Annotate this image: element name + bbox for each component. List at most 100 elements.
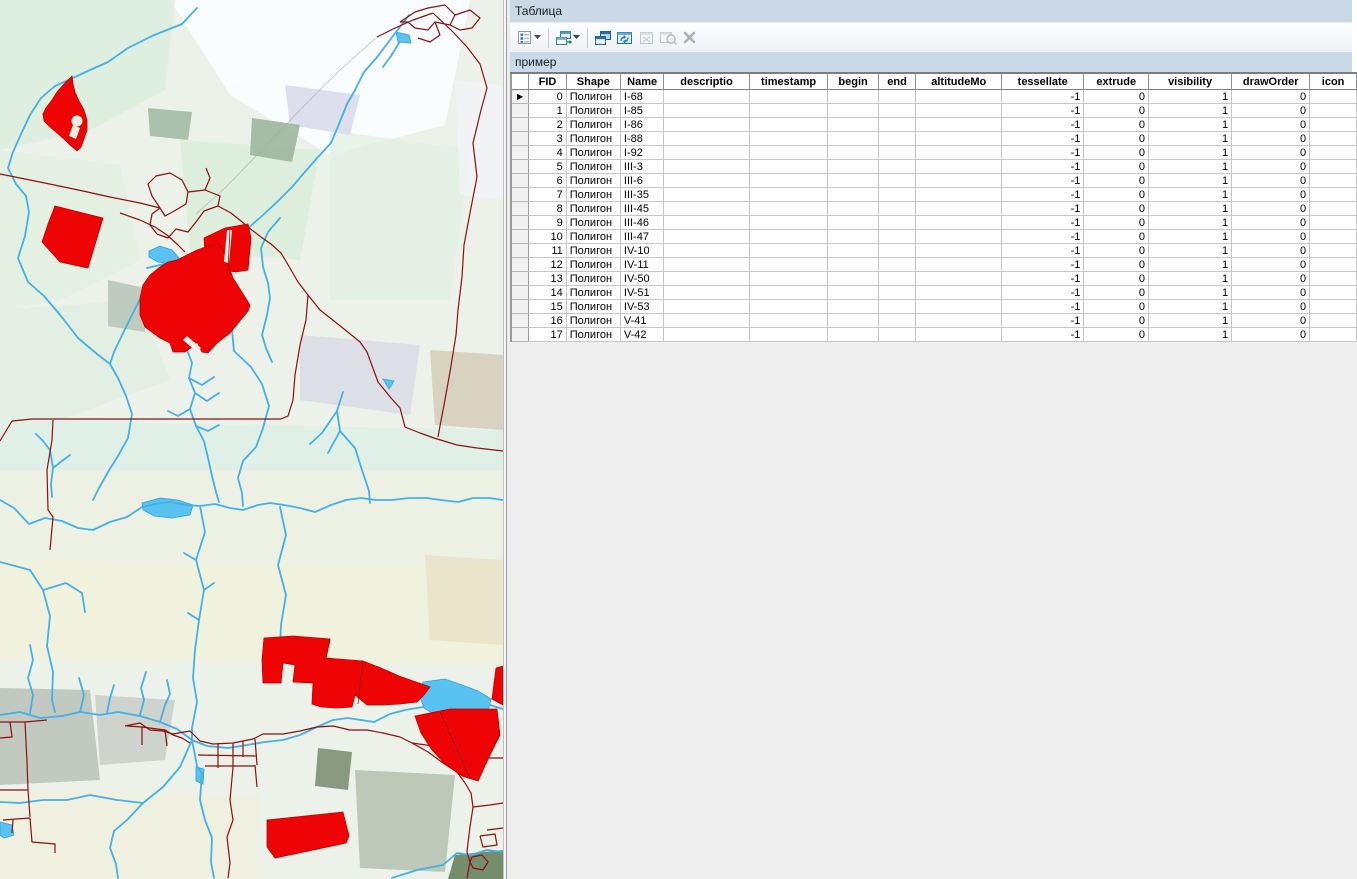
cell-descriptio[interactable] bbox=[664, 216, 749, 230]
cell-shape[interactable]: Полигон bbox=[566, 90, 620, 104]
cell-icon[interactable] bbox=[1310, 244, 1357, 258]
cell-altitudeMo[interactable] bbox=[916, 202, 1002, 216]
cell-timestamp[interactable] bbox=[749, 272, 828, 286]
cell-begin[interactable] bbox=[828, 300, 878, 314]
cell-end[interactable] bbox=[878, 328, 916, 342]
cell-timestamp[interactable] bbox=[749, 104, 828, 118]
cell-begin[interactable] bbox=[828, 202, 878, 216]
cell-shape[interactable]: Полигон bbox=[566, 118, 620, 132]
column-header-altitudeMo[interactable]: altitudeMo bbox=[916, 74, 1002, 90]
cell-visibility[interactable]: 1 bbox=[1149, 90, 1232, 104]
cell-visibility[interactable]: 1 bbox=[1149, 216, 1232, 230]
cell-extrude[interactable]: 0 bbox=[1084, 258, 1149, 272]
cell-drawOrder[interactable]: 0 bbox=[1232, 104, 1310, 118]
row-selector[interactable] bbox=[511, 104, 529, 118]
cell-icon[interactable] bbox=[1310, 216, 1357, 230]
column-header-descriptio[interactable]: descriptio bbox=[664, 74, 749, 90]
cell-name[interactable]: III-46 bbox=[620, 216, 664, 230]
cell-name[interactable]: I-68 bbox=[620, 90, 664, 104]
cell-shape[interactable]: Полигон bbox=[566, 146, 620, 160]
selected-records-button[interactable] bbox=[592, 27, 614, 49]
related-tables-button[interactable] bbox=[553, 27, 583, 49]
cell-visibility[interactable]: 1 bbox=[1149, 286, 1232, 300]
cell-drawOrder[interactable]: 0 bbox=[1232, 258, 1310, 272]
cell-descriptio[interactable] bbox=[664, 118, 749, 132]
row-selector[interactable] bbox=[511, 314, 529, 328]
cell-shape[interactable]: Полигон bbox=[566, 104, 620, 118]
cell-name[interactable]: V-41 bbox=[620, 314, 664, 328]
column-header-end[interactable]: end bbox=[878, 74, 916, 90]
cell-drawOrder[interactable]: 0 bbox=[1232, 174, 1310, 188]
cell-name[interactable]: III-35 bbox=[620, 188, 664, 202]
cell-name[interactable]: IV-53 bbox=[620, 300, 664, 314]
cell-tessellate[interactable]: -1 bbox=[1002, 300, 1084, 314]
cell-altitudeMo[interactable] bbox=[916, 188, 1002, 202]
cell-begin[interactable] bbox=[828, 244, 878, 258]
cell-descriptio[interactable] bbox=[664, 244, 749, 258]
cell-drawOrder[interactable]: 0 bbox=[1232, 160, 1310, 174]
cell-end[interactable] bbox=[878, 104, 916, 118]
cell-timestamp[interactable] bbox=[749, 216, 828, 230]
cell-name[interactable]: I-88 bbox=[620, 132, 664, 146]
cell-drawOrder[interactable]: 0 bbox=[1232, 118, 1310, 132]
cell-altitudeMo[interactable] bbox=[916, 230, 1002, 244]
cell-end[interactable] bbox=[878, 132, 916, 146]
delete-selected-button[interactable] bbox=[680, 27, 699, 49]
cell-descriptio[interactable] bbox=[664, 230, 749, 244]
cell-shape[interactable]: Полигон bbox=[566, 174, 620, 188]
switch-selection-button[interactable] bbox=[614, 27, 636, 49]
cell-extrude[interactable]: 0 bbox=[1084, 160, 1149, 174]
cell-timestamp[interactable] bbox=[749, 286, 828, 300]
cell-tessellate[interactable]: -1 bbox=[1002, 146, 1084, 160]
clear-selection-button[interactable] bbox=[636, 27, 657, 49]
cell-tessellate[interactable]: -1 bbox=[1002, 118, 1084, 132]
cell-begin[interactable] bbox=[828, 272, 878, 286]
cell-name[interactable]: IV-11 bbox=[620, 258, 664, 272]
cell-fid[interactable]: 0 bbox=[529, 90, 566, 104]
cell-timestamp[interactable] bbox=[749, 188, 828, 202]
cell-extrude[interactable]: 0 bbox=[1084, 188, 1149, 202]
cell-altitudeMo[interactable] bbox=[916, 90, 1002, 104]
row-selector[interactable] bbox=[511, 146, 529, 160]
cell-end[interactable] bbox=[878, 244, 916, 258]
row-selector[interactable] bbox=[511, 258, 529, 272]
cell-end[interactable] bbox=[878, 286, 916, 300]
row-selector[interactable] bbox=[511, 272, 529, 286]
cell-drawOrder[interactable]: 0 bbox=[1232, 188, 1310, 202]
cell-shape[interactable]: Полигон bbox=[566, 272, 620, 286]
cell-begin[interactable] bbox=[828, 118, 878, 132]
cell-altitudeMo[interactable] bbox=[916, 286, 1002, 300]
cell-begin[interactable] bbox=[828, 146, 878, 160]
row-selector[interactable] bbox=[511, 328, 529, 342]
cell-extrude[interactable]: 0 bbox=[1084, 272, 1149, 286]
cell-shape[interactable]: Полигон bbox=[566, 216, 620, 230]
cell-tessellate[interactable]: -1 bbox=[1002, 202, 1084, 216]
cell-descriptio[interactable] bbox=[664, 90, 749, 104]
cell-fid[interactable]: 8 bbox=[529, 202, 566, 216]
cell-drawOrder[interactable]: 0 bbox=[1232, 328, 1310, 342]
cell-descriptio[interactable] bbox=[664, 286, 749, 300]
cell-altitudeMo[interactable] bbox=[916, 258, 1002, 272]
row-selector[interactable] bbox=[511, 174, 529, 188]
cell-icon[interactable] bbox=[1310, 188, 1357, 202]
cell-timestamp[interactable] bbox=[749, 118, 828, 132]
cell-begin[interactable] bbox=[828, 90, 878, 104]
cell-shape[interactable]: Полигон bbox=[566, 328, 620, 342]
cell-icon[interactable] bbox=[1310, 174, 1357, 188]
cell-icon[interactable] bbox=[1310, 132, 1357, 146]
cell-icon[interactable] bbox=[1310, 300, 1357, 314]
cell-name[interactable]: I-85 bbox=[620, 104, 664, 118]
layer-tab[interactable]: пример bbox=[515, 55, 556, 69]
cell-end[interactable] bbox=[878, 314, 916, 328]
cell-end[interactable] bbox=[878, 230, 916, 244]
cell-timestamp[interactable] bbox=[749, 314, 828, 328]
cell-visibility[interactable]: 1 bbox=[1149, 202, 1232, 216]
cell-tessellate[interactable]: -1 bbox=[1002, 314, 1084, 328]
cell-icon[interactable] bbox=[1310, 90, 1357, 104]
cell-end[interactable] bbox=[878, 202, 916, 216]
column-header-name[interactable]: Name bbox=[620, 74, 664, 90]
cell-name[interactable]: I-92 bbox=[620, 146, 664, 160]
cell-icon[interactable] bbox=[1310, 230, 1357, 244]
row-selector[interactable] bbox=[511, 118, 529, 132]
row-selector[interactable] bbox=[511, 244, 529, 258]
